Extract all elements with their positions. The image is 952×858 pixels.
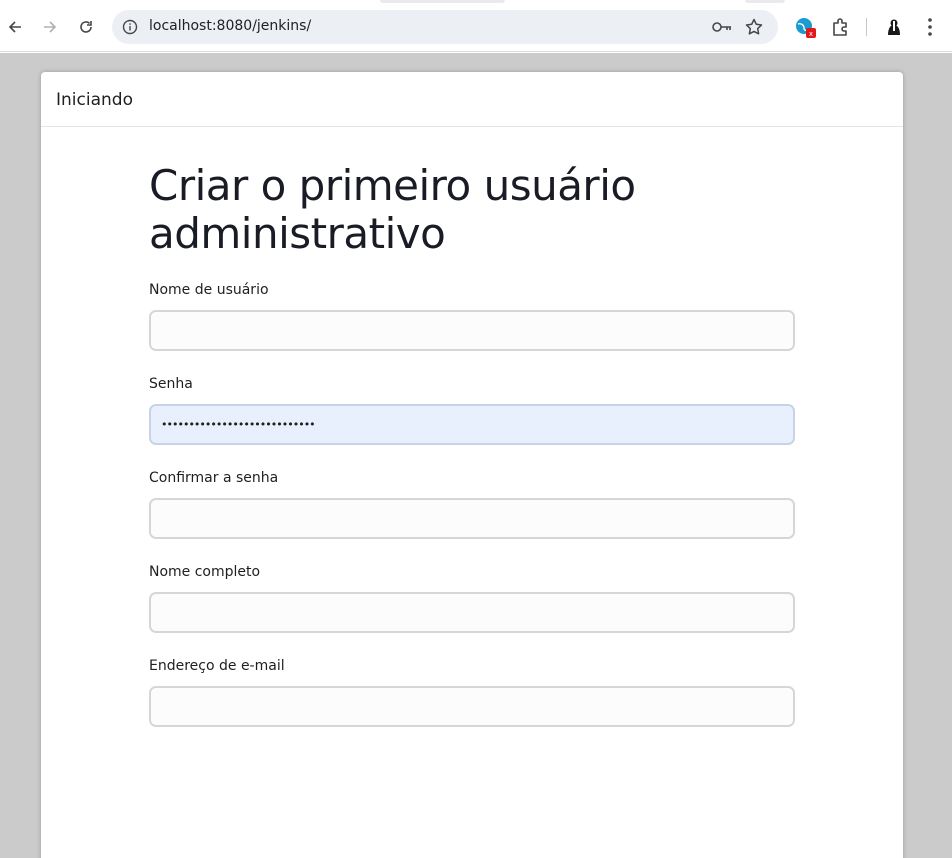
dialog-header: Iniciando (41, 72, 903, 127)
profile-avatar-icon[interactable] (882, 15, 906, 39)
tab-strip-edge (745, 0, 785, 3)
arrow-left-icon (8, 21, 21, 33)
username-field[interactable] (149, 310, 795, 351)
tab-strip-edge (380, 0, 505, 3)
star-icon[interactable] (744, 17, 764, 37)
info-icon[interactable] (122, 19, 138, 35)
username-label: Nome de usuário (149, 282, 269, 298)
confirm-password-label: Confirmar a senha (149, 470, 279, 486)
create-admin-form: Criar o primeiro usuário administrativo … (149, 161, 795, 727)
page-title: Criar o primeiro usuário administrativo (149, 161, 636, 258)
toolbar-divider (866, 18, 867, 36)
kebab-menu-icon[interactable] (918, 15, 942, 39)
full-name-field[interactable] (149, 592, 795, 633)
address-bar[interactable]: localhost:8080/jenkins/ (112, 10, 778, 44)
email-label: Endereço de e-mail (149, 658, 285, 674)
password-field[interactable] (149, 404, 795, 445)
confirm-password-field[interactable] (149, 498, 795, 539)
password-label: Senha (149, 376, 193, 392)
svg-text:x: x (809, 30, 813, 38)
setup-wizard-dialog: Iniciando Criar o primeiro usuário admin… (41, 72, 903, 858)
reload-icon (80, 21, 92, 33)
full-name-label: Nome completo (149, 564, 261, 580)
url-text[interactable]: localhost:8080/jenkins/ (149, 18, 311, 34)
puzzle-icon[interactable] (829, 15, 853, 39)
reload-button[interactable] (74, 13, 98, 41)
back-button[interactable] (3, 13, 27, 41)
browser-toolbar: localhost:8080/jenkins/ x (0, 0, 952, 52)
email-field[interactable] (149, 686, 795, 727)
forward-button[interactable] (38, 13, 62, 41)
key-icon[interactable] (711, 18, 733, 36)
dialog-header-title: Iniciando (56, 90, 133, 110)
arrow-right-icon (44, 21, 57, 33)
translate-extension-icon[interactable]: x (793, 15, 817, 39)
